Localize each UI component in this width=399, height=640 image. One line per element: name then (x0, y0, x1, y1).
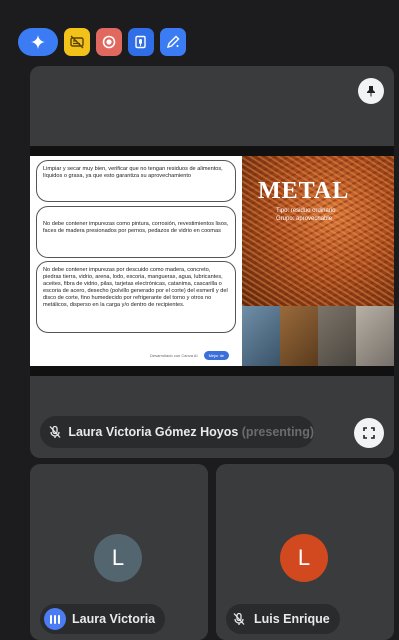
presenting-suffix: (presenting) (238, 425, 314, 439)
meeting-tools-toolbar (18, 28, 186, 56)
transcript-icon (135, 35, 146, 49)
slide-subtitle-line: Grupo: aprovechable (276, 215, 333, 222)
mic-off-icon (48, 423, 62, 441)
participant-name: Luis Enrique (254, 612, 330, 626)
presentation-slide: Limpiar y secar muy bien, verificar que … (30, 156, 394, 366)
pin-button[interactable] (358, 78, 384, 104)
gemini-sparkle-icon (31, 35, 45, 49)
take-notes-icon (166, 35, 180, 49)
slide-text-box: No debe contener impurezas por descuido … (36, 261, 236, 333)
participant-name: Laura Victoria (72, 612, 156, 626)
slide-title: METAL (258, 178, 350, 204)
shared-screen: Limpiar y secar muy bien, verificar que … (30, 146, 394, 376)
mic-off-icon (230, 610, 248, 628)
take-notes-button[interactable] (160, 28, 186, 56)
slide-footer-text: Desarrollado con Canva AI (150, 353, 198, 358)
speaking-indicator-icon (44, 608, 66, 630)
slide-text-box: Limpiar y secar muy bien, verificar que … (36, 160, 236, 202)
participant-name-chip: Luis Enrique (226, 604, 340, 634)
transcript-button[interactable] (128, 28, 154, 56)
avatar: L (280, 534, 328, 582)
pin-icon (367, 86, 375, 97)
slide-subtitle-line: Tipo: residuo ordinario (276, 208, 336, 214)
participant-tile[interactable]: L Laura Victoria (30, 464, 208, 640)
record-icon (102, 35, 116, 49)
slide-footer: Desarrollado con Canva AI Mejor de (150, 351, 230, 360)
participant-tile[interactable]: L Luis Enrique (216, 464, 394, 640)
presenter-name: Laura Victoria Gómez Hoyos (presenting) (68, 425, 314, 439)
gemini-button[interactable] (18, 28, 58, 56)
slide-text-box: No debe contener impurezas como pintura,… (36, 206, 236, 258)
metal-scrap-photo (318, 306, 356, 366)
participant-name-chip: Laura Victoria (40, 604, 166, 634)
captions-off-button[interactable] (64, 28, 90, 56)
metal-scrap-photo (242, 306, 280, 366)
avatar: L (94, 534, 142, 582)
captions-off-icon (70, 35, 84, 49)
slide-photo-strip (242, 306, 394, 366)
fullscreen-icon (363, 427, 375, 439)
presenter-name-chip: Laura Victoria Gómez Hoyos (presenting) (40, 416, 314, 448)
record-button[interactable] (96, 28, 122, 56)
slide-footer-button: Mejor de (203, 351, 230, 360)
presenter-name-text: Laura Victoria Gómez Hoyos (68, 425, 239, 439)
metal-scrap-photo (280, 306, 318, 366)
metal-scrap-photo (356, 306, 394, 366)
presentation-tile[interactable]: Limpiar y secar muy bien, verificar que … (30, 66, 394, 458)
fullscreen-button[interactable] (354, 418, 384, 448)
slide-subtitle: Tipo: residuo ordinario Grupo: aprovecha… (276, 208, 335, 224)
